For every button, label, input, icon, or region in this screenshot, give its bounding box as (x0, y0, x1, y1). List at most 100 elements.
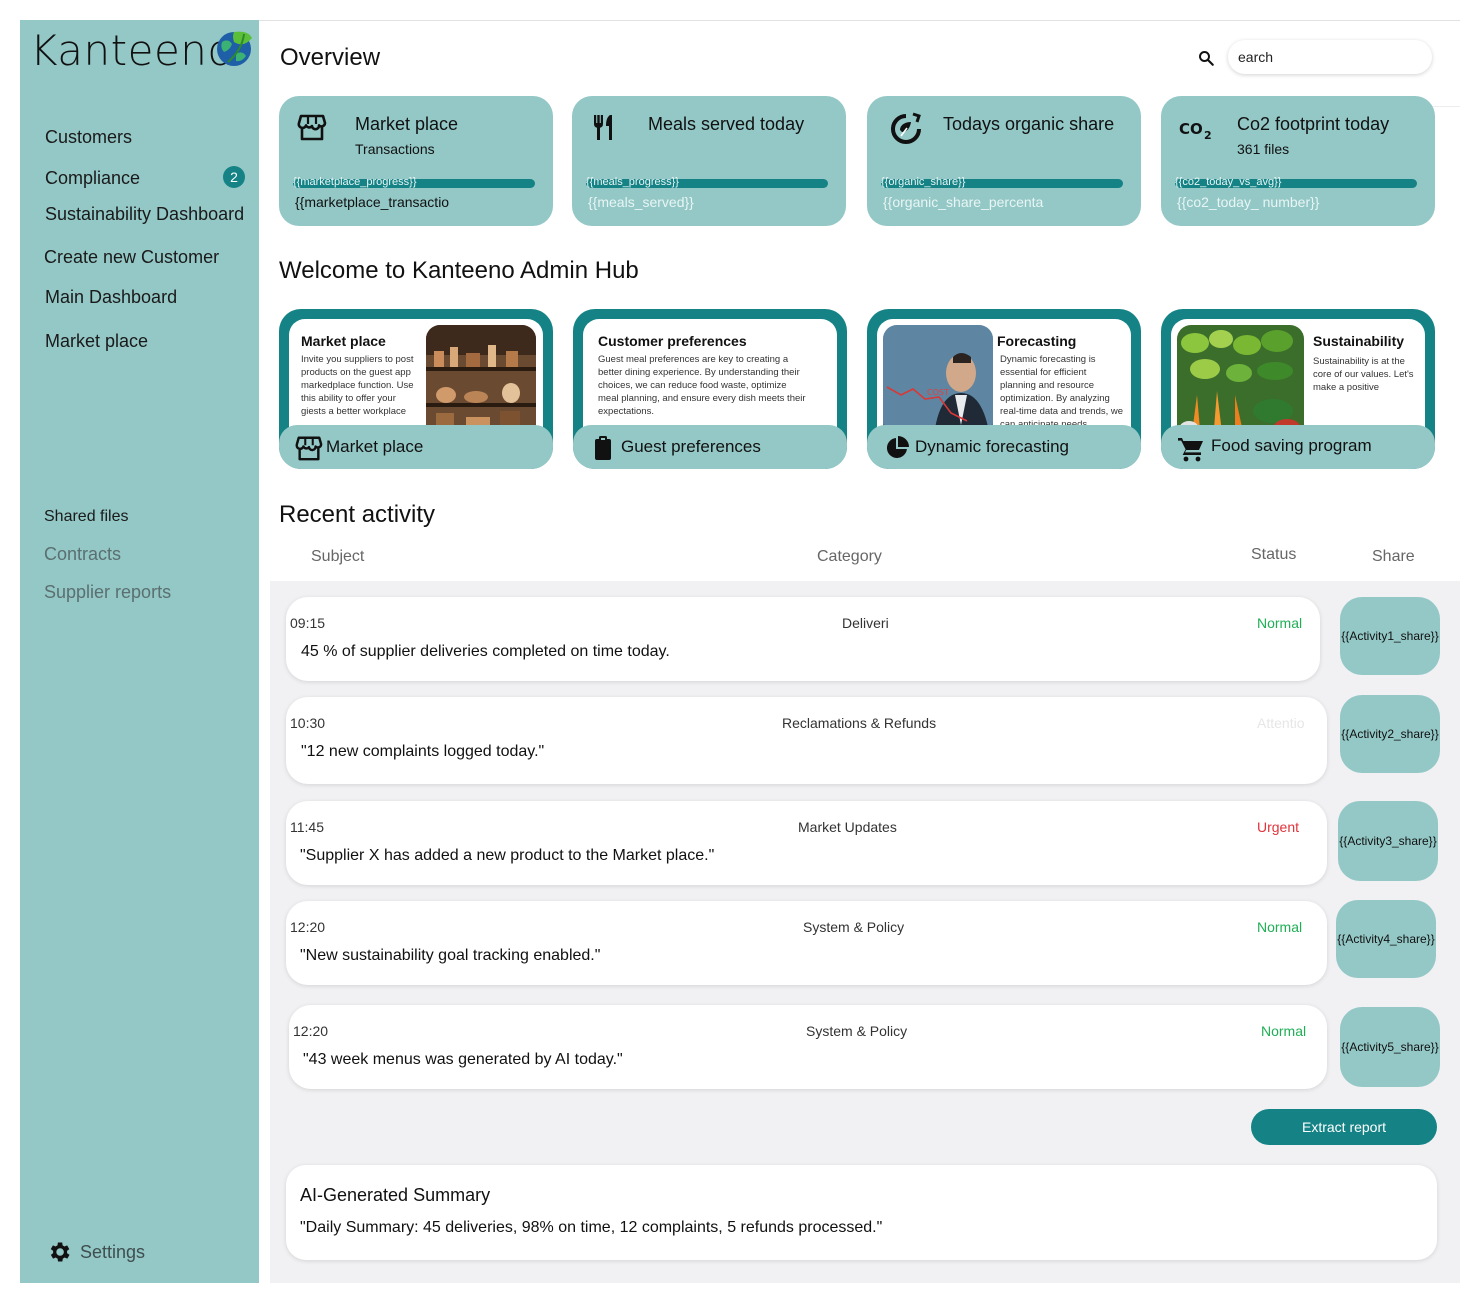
activity-time: 09:15 (290, 615, 326, 631)
kpi-progress-label: {{meals_progress}} (586, 176, 679, 188)
activity-row[interactable]: 10:30 Reclamations & Refunds Attentio "1… (286, 697, 1327, 784)
activity-status: Normal (1257, 919, 1303, 935)
activity-share-button[interactable]: {{Activity3_share}} (1338, 801, 1438, 881)
activity-time: 11:45 (290, 819, 324, 835)
activity-category: Market Updates (798, 819, 897, 835)
kpi-progress-label: {{co2_today_vs_avg}} (1175, 176, 1282, 188)
kpi-title: Todays organic share (943, 114, 1115, 134)
feature-description: Invite you suppliers to post products on… (301, 354, 414, 417)
storefront-icon (297, 114, 327, 141)
feature-description: Sustainability is at the core of our val… (1313, 356, 1414, 393)
activity-time: 12:20 (293, 1023, 329, 1039)
kpi-value: {{co2_today_ number}} (1177, 194, 1320, 210)
feature-title: Forecasting (997, 333, 1077, 349)
search-input[interactable] (1236, 48, 1420, 66)
activity-time: 10:30 (290, 715, 326, 731)
feature-title: Sustainability (1313, 333, 1405, 349)
gear-icon (50, 1242, 70, 1262)
activity-row[interactable]: 12:20 System & Policy Normal "New sustai… (286, 901, 1327, 985)
welcome-title: Welcome to Kanteeno Admin Hub (279, 257, 639, 284)
feature-button-label: Dynamic forecasting (915, 437, 1070, 456)
feature-card-customer-preferences: Customer preferences Guest meal preferen… (573, 309, 847, 469)
kpi-card-meals[interactable]: Meals served today {{meals_progress}} {{… (572, 96, 846, 226)
feature-card-marketplace: Market place Invite you suppliers to pos… (279, 309, 553, 469)
activity-status: Urgent (1257, 819, 1300, 835)
activity-text: "12 new complaints logged today." (301, 743, 545, 760)
kpi-value: {{organic_share_percenta (883, 194, 1044, 210)
shopping-cart-icon (1178, 438, 1203, 462)
activity-text: 45 % of supplier deliveries completed on… (301, 643, 670, 660)
kpi-title: Co2 footprint today (1237, 114, 1390, 134)
activity-share-button[interactable]: {{Activity4_share}} (1336, 900, 1436, 978)
kpi-title: Meals served today (648, 114, 805, 134)
ai-summary-text: "Daily Summary: 45 deliveries, 98% on ti… (300, 1219, 883, 1236)
activity-row[interactable]: 12:20 System & Policy Normal "43 week me… (289, 1005, 1327, 1089)
shared-file-supplier-reports[interactable]: Supplier reports (44, 582, 171, 603)
activity-text: "Supplier X has added a new product to t… (300, 847, 715, 864)
search-icon[interactable] (1197, 49, 1215, 67)
activity-category: Deliveri (842, 615, 889, 631)
pie-chart-icon (886, 436, 909, 458)
search-box[interactable] (1228, 40, 1432, 74)
activity-share-button[interactable]: {{Activity2_share}} (1340, 695, 1440, 773)
shared-file-contracts[interactable]: Contracts (44, 544, 121, 565)
activity-text: "43 week menus was generated by AI today… (303, 1051, 623, 1068)
activity-category: System & Policy (806, 1023, 908, 1039)
guest-preferences-button[interactable]: Guest preferences (573, 425, 847, 469)
activity-row[interactable]: 11:45 Market Updates Urgent "Supplier X … (286, 801, 1327, 885)
marketplace-feature-button[interactable]: Market place (279, 425, 553, 469)
globe-leaf-logo-icon (217, 31, 252, 66)
feature-button-label: Guest preferences (621, 437, 761, 456)
compliance-count-badge: 2 (223, 166, 245, 188)
activity-status: Attentio (1257, 715, 1305, 731)
sidebar-item-market-place[interactable]: Market place (45, 331, 148, 352)
settings-label: Settings (80, 1241, 146, 1262)
recent-activity-title: Recent activity (279, 501, 436, 528)
feature-title: Customer preferences (598, 333, 747, 349)
sidebar-item-compliance[interactable]: Compliance (45, 168, 140, 189)
kpi-progress-label: {{organic_share}} (881, 176, 966, 188)
activity-row[interactable]: 09:15 Deliveri Normal 45 % of supplier d… (286, 597, 1320, 681)
sidebar-item-customers[interactable]: Customers (45, 127, 132, 148)
kpi-card-marketplace[interactable]: Market place Transactions {{marketplace_… (279, 96, 553, 226)
organic-recycle-icon (891, 112, 921, 144)
svg-text:CO: CO (1179, 120, 1203, 138)
feature-button-label: Market place (326, 437, 424, 456)
extract-report-button[interactable]: Extract report (1251, 1109, 1437, 1145)
kpi-progress-label: {{marketplace_progress}} (293, 176, 417, 188)
feature-card-sustainability: Sustainability Sustainability is at the … (1161, 309, 1435, 469)
kpi-card-co2[interactable]: CO 2 Co2 footprint today 361 files {{co2… (1161, 96, 1435, 226)
dynamic-forecasting-button[interactable]: Dynamic forecasting (867, 425, 1141, 469)
food-saving-program-button[interactable]: Food saving program (1161, 425, 1435, 469)
activity-share-button[interactable]: {{Activity1_share}} (1340, 597, 1440, 675)
column-header-subject: Subject (311, 548, 365, 565)
ai-summary-card: AI-Generated Summary "Daily Summary: 45 … (286, 1165, 1437, 1260)
feature-description: Dynamic forecasting is essential for eff… (1000, 354, 1124, 430)
settings-button[interactable]: Settings (46, 1239, 145, 1265)
activity-category: Reclamations & Refunds (782, 715, 937, 731)
kpi-card-organic-share[interactable]: Todays organic share {{organic_share}} {… (867, 96, 1141, 226)
feature-card-forecasting: COST Forecasting Dynamic forecasting is … (867, 309, 1141, 469)
storefront-icon (295, 436, 323, 461)
column-header-share: Share (1372, 548, 1415, 565)
clipboard-icon (595, 436, 611, 460)
ai-summary-title: AI-Generated Summary (300, 1185, 491, 1205)
column-header-status: Status (1251, 546, 1297, 563)
app-logo-text: Kanteeno (30, 26, 234, 75)
activity-status: Normal (1261, 1023, 1307, 1039)
kpi-subtitle: Transactions (355, 141, 435, 157)
svg-text:2: 2 (1204, 129, 1212, 142)
activity-time: 12:20 (290, 919, 326, 935)
feature-title: Market place (301, 333, 386, 349)
kpi-title: Market place (355, 114, 459, 134)
feature-button-label: Food saving program (1211, 436, 1372, 455)
sidebar-item-sustainability-dashboard[interactable]: Sustainability Dashboard (45, 204, 244, 225)
activity-category: System & Policy (803, 919, 905, 935)
co2-icon: CO 2 (1179, 120, 1212, 142)
activity-share-button[interactable]: {{Activity5_share}} (1340, 1007, 1440, 1087)
activity-text: "New sustainability goal tracking enable… (300, 947, 601, 964)
sidebar-item-main-dashboard[interactable]: Main Dashboard (45, 287, 177, 308)
kpi-value: {{meals_served}} (588, 194, 694, 210)
sidebar-item-create-customer[interactable]: Create new Customer (44, 247, 219, 268)
kpi-value: {{marketplace_transactio (295, 194, 450, 210)
